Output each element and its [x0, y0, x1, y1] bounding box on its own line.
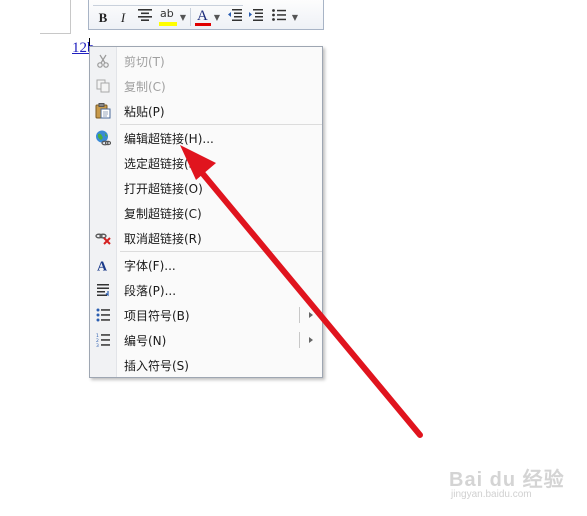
annotation-arrow-shaft	[195, 165, 423, 438]
annotation-arrow-head	[180, 145, 216, 180]
watermark-logo-text: Bai du 经验	[449, 469, 565, 491]
annotation-arrow	[180, 145, 423, 438]
watermark-url: jingyan.baidu.com	[451, 489, 532, 500]
baidu-jingyan-watermark: Bai du 经验 jingyan.baidu.com	[449, 463, 569, 503]
